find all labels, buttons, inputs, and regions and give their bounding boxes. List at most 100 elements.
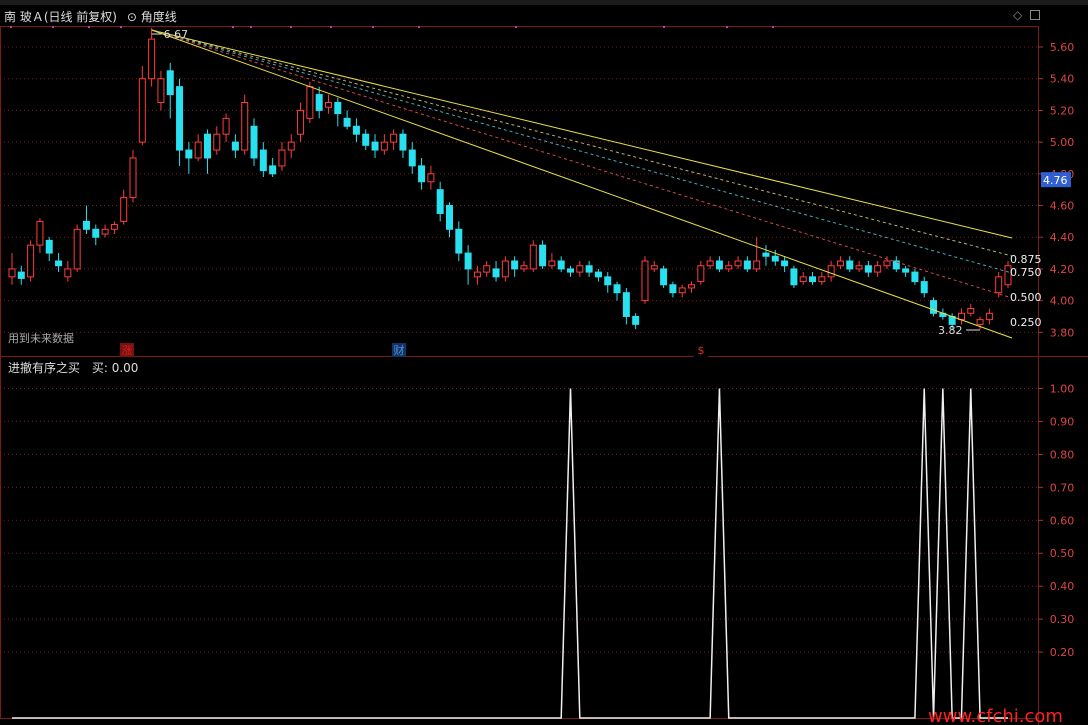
chart-canvas[interactable]: 5.605.405.205.004.804.604.404.204.003.80…: [0, 0, 1088, 725]
menu-dot: [120, 26, 122, 28]
price-tick-label: 5.60: [1050, 41, 1075, 54]
candle-body: [371, 141, 379, 151]
candle-body: [985, 312, 993, 321]
candle-body: [753, 260, 761, 270]
candle-body: [511, 260, 519, 270]
candle-body: [445, 205, 453, 230]
candle-body: [73, 228, 81, 270]
candle-body: [324, 101, 332, 108]
candle-body: [259, 149, 267, 172]
low-price-label: 3.82: [938, 324, 963, 337]
candle-body: [557, 260, 565, 270]
candle-body: [203, 133, 211, 159]
candle-body: [706, 260, 714, 267]
candle-body: [101, 228, 109, 235]
candle-body: [45, 239, 53, 254]
sub-tick-label: 0.60: [1050, 514, 1075, 527]
candle-body: [315, 94, 323, 111]
candle-body: [902, 268, 910, 273]
candle-body: [306, 86, 314, 119]
candle-body: [622, 292, 630, 317]
candle-body: [17, 271, 25, 279]
sub-tick-label: 0.50: [1050, 547, 1075, 560]
candle-body: [64, 268, 72, 278]
candle-body: [287, 141, 295, 151]
sub-tick-label: 0.20: [1050, 646, 1075, 659]
menu-dot: [418, 26, 420, 28]
candle-body: [55, 260, 63, 267]
candle-body: [380, 141, 388, 151]
fan-ratio-label: 0.750: [1010, 266, 1042, 279]
menu-dot: [250, 26, 252, 28]
sub-tick-label: 0.90: [1050, 415, 1075, 428]
candle-body: [110, 224, 118, 230]
current-price-label: 4.76: [1043, 174, 1068, 187]
candle-body: [148, 38, 156, 80]
candle-body: [362, 133, 370, 146]
candle-body: [390, 133, 398, 143]
fan-ratio-label: 0.500: [1010, 291, 1042, 304]
price-tick-label: 5.00: [1050, 136, 1075, 149]
candle-body: [967, 308, 975, 314]
candle-body: [222, 117, 230, 135]
candle-body: [604, 276, 612, 286]
price-tick-label: 4.60: [1050, 200, 1075, 213]
candle-body: [864, 265, 872, 273]
candle-body: [799, 276, 807, 283]
chart-frame: [0, 26, 1039, 719]
candle-body: [213, 133, 221, 151]
candle-body: [641, 260, 649, 302]
candle-body: [8, 268, 16, 278]
candle-body: [278, 149, 286, 167]
candle-body: [995, 276, 1003, 294]
candle-body: [520, 265, 528, 270]
candle-body: [27, 244, 35, 278]
event-marker-label: 涨: [122, 344, 133, 357]
candle-body: [82, 220, 90, 230]
menu-dot: [372, 26, 374, 28]
candle-body: [874, 265, 882, 273]
candle-body: [157, 78, 165, 103]
candle-body: [176, 86, 184, 151]
candle-body: [911, 271, 919, 283]
menu-dot: [290, 26, 292, 28]
menu-dot: [88, 26, 90, 28]
candle-body: [613, 284, 621, 294]
candle-body: [129, 157, 137, 199]
candle-body: [455, 228, 463, 254]
candle-body: [650, 265, 658, 270]
candle-body: [827, 265, 835, 278]
candle-body: [660, 268, 668, 286]
candle-body: [818, 276, 826, 283]
candle-body: [576, 265, 584, 273]
candle-body: [594, 271, 602, 278]
candle-body: [185, 149, 193, 159]
angle-line: [151, 29, 1013, 257]
candle-body: [408, 149, 416, 167]
candle-body: [930, 300, 938, 314]
site-watermark: www.cfchi.com: [928, 706, 1063, 725]
candle-body: [529, 244, 537, 270]
candle-body: [138, 78, 146, 143]
candle-body: [920, 281, 928, 294]
menu-dot: [52, 26, 54, 28]
candle-body: [473, 271, 481, 278]
menu-dot: [330, 26, 332, 28]
candle-body: [492, 268, 500, 278]
fan-ratio-label: 0.250: [1010, 316, 1042, 329]
candle-body: [501, 260, 509, 278]
candle-body: [855, 265, 863, 270]
price-tick-label: 5.40: [1050, 73, 1075, 86]
menu-dot: [10, 26, 12, 28]
candle-body: [464, 252, 472, 270]
candle-body: [632, 315, 640, 325]
high-price-label: 6.67: [164, 28, 189, 41]
sub-tick-label: 0.40: [1050, 580, 1075, 593]
candle-body: [678, 287, 686, 294]
candle-body: [734, 260, 742, 267]
candle-body: [399, 133, 407, 151]
angle-line: [151, 29, 1013, 239]
candle-body: [715, 260, 723, 270]
candle-body: [567, 268, 575, 273]
candle-body: [809, 276, 817, 283]
